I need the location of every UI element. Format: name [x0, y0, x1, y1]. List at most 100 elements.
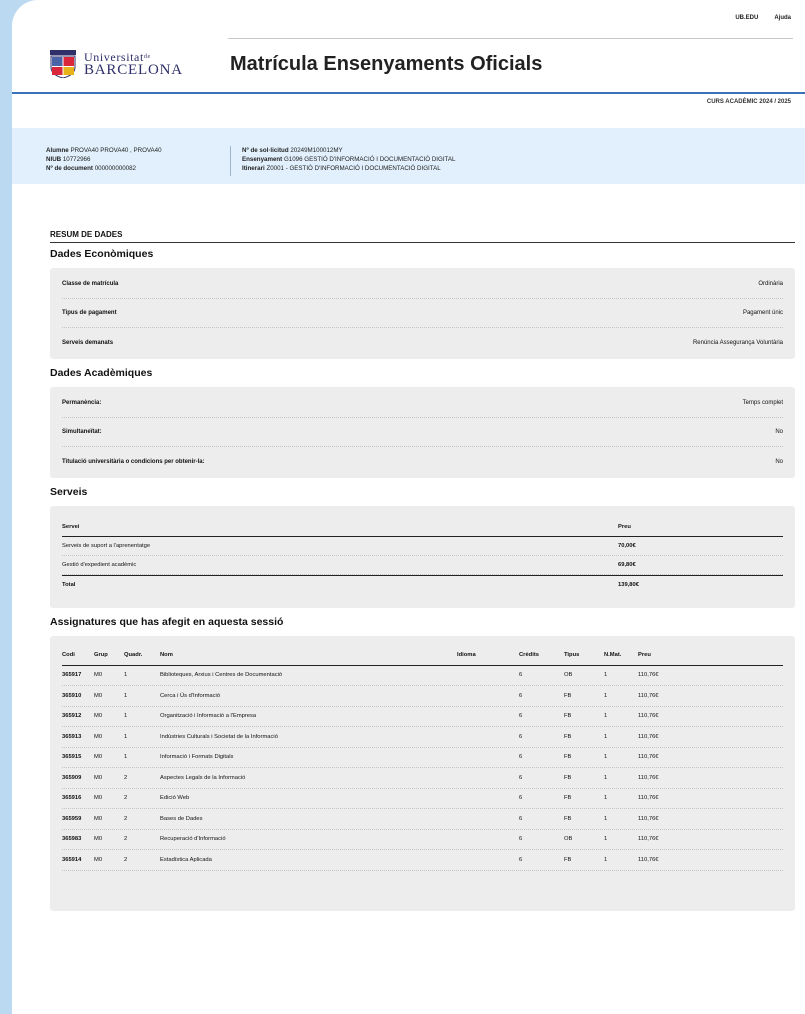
col-nmat: N.Mat. — [604, 651, 622, 658]
kv-row: Permanència: Temps complet — [62, 389, 783, 418]
subject-quadr: 1 — [124, 754, 128, 761]
subject-price: 110,76€ — [638, 754, 659, 761]
table-row: 365916 M0 2 Edició Web 6 FB 1 110,76€ — [62, 789, 783, 809]
subject-code: 365983 — [62, 836, 82, 843]
subject-quadr: 2 — [124, 836, 128, 843]
subject-nmat: 1 — [604, 815, 608, 822]
subject-quadr: 2 — [124, 774, 128, 781]
col-idioma: Idioma — [457, 651, 476, 658]
kv-row: Classe de matrícula Ordinària — [62, 270, 783, 299]
subject-group: M0 — [94, 815, 103, 822]
subject-name: Informació i Formats Digitals — [160, 754, 234, 761]
ensenyament-label: Ensenyament — [242, 156, 283, 163]
subject-name: Estadística Aplicada — [160, 856, 212, 863]
subject-name: Organització i Informació a l'Empresa — [160, 713, 257, 720]
subject-price: 110,76€ — [638, 836, 659, 843]
subject-group: M0 — [94, 774, 103, 781]
kv-value: No — [775, 429, 783, 435]
subject-group: M0 — [94, 672, 103, 679]
student-info-band: Alumne PROVA40 PROVA40 , PROVA40 NIUB 10… — [12, 128, 805, 184]
subject-type: FB — [564, 856, 572, 863]
top-links: UB.EDU Ajuda — [735, 15, 791, 21]
subject-nmat: 1 — [604, 836, 608, 843]
subject-credits: 6 — [519, 692, 523, 699]
subject-code: 365915 — [62, 754, 82, 761]
subject-name: Edició Web — [160, 795, 190, 802]
page-title: Matrícula Ensenyaments Oficials — [230, 53, 543, 75]
summary-heading: RESUM DE DADES — [50, 230, 795, 243]
subject-price: 110,76€ — [638, 815, 659, 822]
subject-type: FB — [564, 713, 572, 720]
table-row: 365909 M0 2 Aspectes Legals de la Informaci… — [62, 768, 783, 789]
service-price: 69,80€ — [618, 562, 636, 568]
col-preu: Preu — [618, 524, 631, 530]
col-quadr: Quadr. — [124, 651, 143, 658]
services-table: Servei Preu Serveis de suport a l'aprene… — [50, 506, 795, 608]
table-row: Serveis de suport a l'aprenentatge 70,00… — [62, 537, 783, 556]
subject-price: 110,76€ — [638, 672, 659, 679]
subject-credits: 6 — [519, 795, 523, 802]
table-row: Gestió d'expedient acadèmic 69,80€ — [62, 556, 783, 575]
col-grup: Grup — [94, 651, 108, 658]
subject-type: FB — [564, 733, 572, 740]
kv-key: Serveis demanats — [62, 339, 114, 346]
university-logo[interactable]: Universitatde BARCELONA — [50, 50, 183, 78]
subject-code: 365912 — [62, 713, 82, 720]
academic-data-title: Dades Acadèmiques — [50, 367, 153, 379]
kv-value: Ordinària — [758, 281, 783, 287]
header-divider — [228, 38, 793, 39]
logo-line1-small: de — [143, 54, 151, 60]
subject-name: Bases de Dades — [160, 815, 203, 822]
subject-code: 365959 — [62, 815, 82, 822]
subject-price: 110,76€ — [638, 692, 659, 699]
service-name: Serveis de suport a l'aprenentatge — [62, 543, 151, 549]
subject-quadr: 1 — [124, 733, 128, 740]
academic-year: CURS ACADÈMIC 2024 / 2025 — [706, 99, 791, 105]
header-accent-rule — [12, 92, 805, 94]
subject-nmat: 1 — [604, 733, 608, 740]
kv-key: Classe de matrícula — [62, 281, 119, 287]
subject-price: 110,76€ — [638, 856, 659, 863]
subject-quadr: 1 — [124, 713, 128, 720]
solicitud-value: 20249M100012MY — [290, 147, 343, 154]
itinerari-value: Z0001 - GESTIÓ D'INFORMACIÓ I DOCUMENTAC… — [266, 165, 441, 172]
kv-key: Tipus de pagament — [62, 310, 117, 316]
university-shield-icon — [50, 50, 76, 78]
subject-rows: 365917 M0 1 Biblioteques, Arxius i Centres … — [62, 666, 783, 871]
subject-group: M0 — [94, 795, 103, 802]
subject-quadr: 1 — [124, 672, 128, 679]
subject-credits: 6 — [519, 836, 523, 843]
subject-quadr: 2 — [124, 795, 128, 802]
subjects-title: Assignatures que has afegit en aquesta s… — [50, 616, 284, 628]
subject-nmat: 1 — [604, 754, 608, 761]
service-price: 70,00€ — [618, 543, 636, 549]
table-row: 365913 M0 1 Indústries Culturals i Societat… — [62, 727, 783, 748]
kv-row: Tipus de pagament Pagament únic — [62, 299, 783, 328]
subject-quadr: 2 — [124, 815, 128, 822]
total-label: Total — [62, 582, 76, 588]
subject-price: 110,76€ — [638, 713, 659, 720]
alumne-label: Alumne — [46, 147, 69, 154]
student-info: Alumne PROVA40 PROVA40 , PROVA40 NIUB 10… — [46, 146, 162, 173]
itinerari-label: Itinerari — [242, 165, 265, 172]
subject-group: M0 — [94, 713, 103, 720]
ensenyament-value: G1096 GESTIÓ D'INFORMACIÓ I DOCUMENTACIÓ… — [283, 156, 456, 163]
col-credits: Crèdits — [519, 651, 539, 658]
subject-nmat: 1 — [604, 856, 608, 863]
subject-credits: 6 — [519, 856, 523, 863]
link-ub-edu[interactable]: UB.EDU — [735, 15, 758, 21]
subject-type: FB — [564, 692, 572, 699]
service-name: Gestió d'expedient acadèmic — [62, 562, 137, 568]
subject-credits: 6 — [519, 672, 523, 679]
subject-credits: 6 — [519, 713, 523, 720]
subject-type: FB — [564, 774, 572, 781]
subject-type: FB — [564, 795, 572, 802]
link-ajuda[interactable]: Ajuda — [774, 15, 791, 21]
subject-nmat: 1 — [604, 672, 608, 679]
subject-nmat: 1 — [604, 692, 608, 699]
subject-group: M0 — [94, 733, 103, 740]
subject-name: Recuperació d'Informació — [160, 836, 226, 843]
services-header-row: Servei Preu — [62, 518, 783, 537]
table-row: 365910 M0 1 Cerca i Ús d'Informació 6 FB 1 110,… — [62, 686, 783, 707]
subject-credits: 6 — [519, 754, 523, 761]
